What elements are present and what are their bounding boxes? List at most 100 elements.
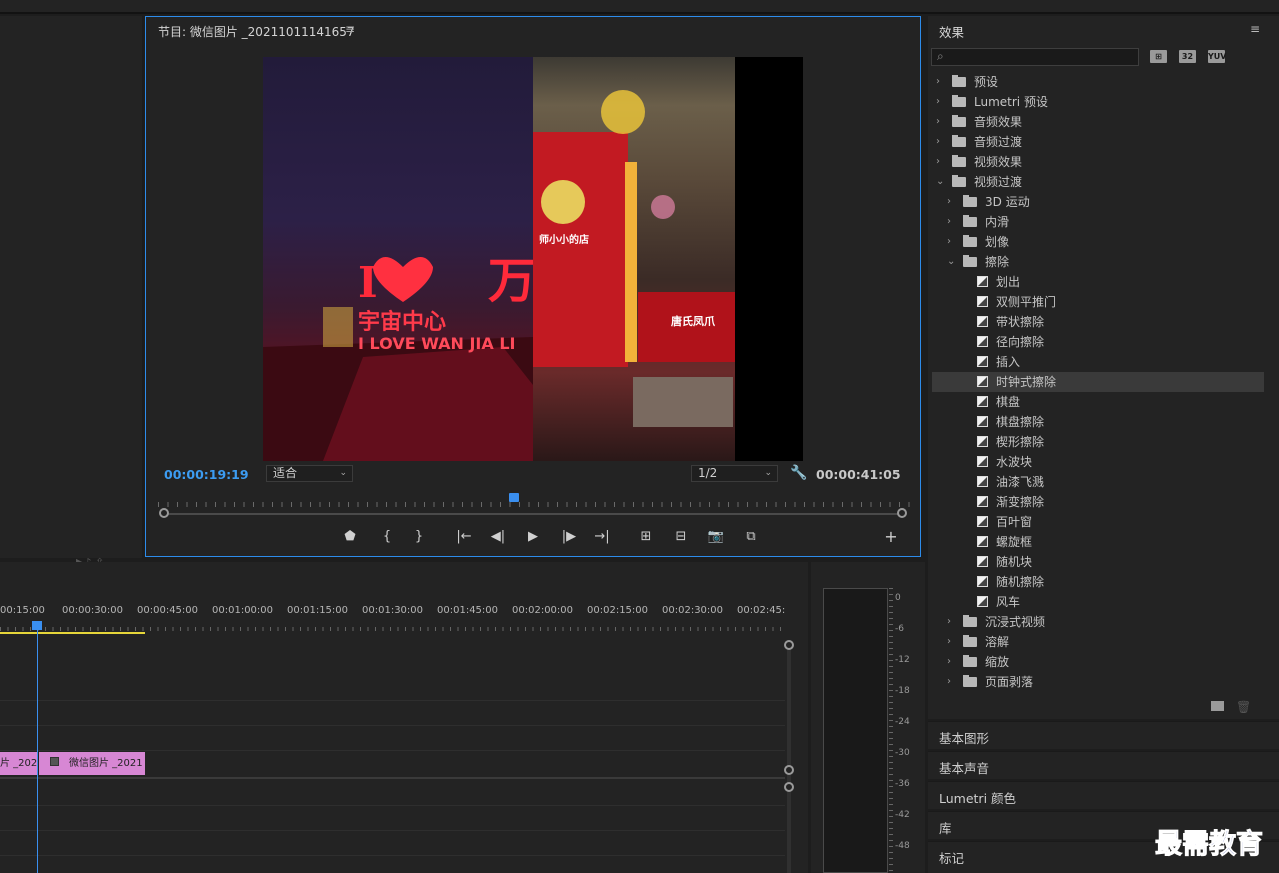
- timeline-vertical-scrollbar[interactable]: [787, 644, 791, 873]
- effects-tree-label: 音频效果: [974, 115, 1023, 129]
- folder-icon: [963, 235, 977, 247]
- effects-tree-item[interactable]: 楔形擦除: [932, 432, 1264, 452]
- add-button-icon[interactable]: +: [880, 527, 902, 546]
- effects-tree-item[interactable]: 渐变擦除: [932, 492, 1264, 512]
- play-icon[interactable]: ▶: [522, 529, 544, 544]
- scrollbar-right-handle[interactable]: [897, 508, 907, 518]
- effects-tree-item[interactable]: › 音频效果: [932, 112, 1264, 132]
- effects-tree-item[interactable]: › 音频过渡: [932, 132, 1264, 152]
- panel-essential-graphics[interactable]: 基本图形: [928, 721, 1279, 749]
- chevron-right-icon[interactable]: ›: [936, 112, 946, 132]
- ruler-label: 00:00:30:00: [62, 605, 124, 616]
- chevron-right-icon[interactable]: ›: [947, 212, 957, 232]
- chevron-right-icon[interactable]: ›: [936, 72, 946, 92]
- program-title[interactable]: 节目: 微信图片 _20211011141657: [158, 23, 355, 40]
- work-area-bar[interactable]: [0, 632, 145, 634]
- chevron-right-icon[interactable]: ›: [947, 192, 957, 212]
- effects-tree-item[interactable]: 棋盘擦除: [932, 412, 1264, 432]
- video-clip[interactable]: 片 _2021: [0, 752, 37, 775]
- comparison-view-icon[interactable]: ⧉: [740, 529, 762, 544]
- current-timecode[interactable]: 00:00:19:19: [164, 467, 249, 482]
- trash-icon[interactable]: 🗑: [1236, 700, 1251, 714]
- timeline-playhead[interactable]: [32, 621, 42, 630]
- chevron-right-icon[interactable]: ›: [936, 132, 946, 152]
- chevron-right-icon[interactable]: ›: [947, 612, 957, 632]
- effects-tree-item[interactable]: › 视频效果: [932, 152, 1264, 172]
- scroll-handle[interactable]: [784, 765, 794, 775]
- effects-tree-item[interactable]: 划出: [932, 272, 1264, 292]
- effects-tree-item[interactable]: 水波块: [932, 452, 1264, 472]
- step-forward-icon[interactable]: |▶: [558, 529, 580, 544]
- chevron-down-icon[interactable]: ⌄: [936, 172, 946, 192]
- effects-tree-item[interactable]: 插入: [932, 352, 1264, 372]
- effects-tree-item[interactable]: 百叶窗: [932, 512, 1264, 532]
- go-to-in-icon[interactable]: |←: [453, 529, 475, 544]
- effects-tree-item[interactable]: 棋盘: [932, 392, 1264, 412]
- ruler-label: 00:02:15:00: [587, 605, 649, 616]
- panel-lumetri-color[interactable]: Lumetri 颜色: [928, 781, 1279, 809]
- marker-icon[interactable]: ⬟: [339, 529, 361, 544]
- effects-tree-item[interactable]: › 预设: [932, 72, 1264, 92]
- timeline-panel[interactable]: 00:15:00 00:00:30:00 00:00:45:00 00:01:0…: [0, 562, 808, 873]
- effects-tree-item[interactable]: ⌄ 视频过渡: [932, 172, 1264, 192]
- effects-tree-item[interactable]: 径向擦除: [932, 332, 1264, 352]
- scroll-handle[interactable]: [784, 640, 794, 650]
- effects-tree[interactable]: › 预设 › Lumetri 预设 › 音频效果 › 音频过渡 › 视频效果 ⌄ 视频过渡 › 3D 运动…: [932, 72, 1264, 696]
- zoom-scrollbar[interactable]: [164, 513, 902, 515]
- effects-tree-item[interactable]: 随机块: [932, 552, 1264, 572]
- step-back-icon[interactable]: ◀|: [487, 529, 509, 544]
- effects-panel[interactable]: 效果 ≡ ⌕ ⊞ 32 YUV › 预设 › Lumetri 预设 › 音频效果 › 音频过渡…: [928, 16, 1279, 719]
- effects-tree-item[interactable]: › 3D 运动: [932, 192, 1264, 212]
- new-bin-icon[interactable]: [1211, 701, 1224, 711]
- effects-tree-label: 时钟式擦除: [996, 375, 1057, 389]
- effects-tree-item[interactable]: 螺旋框: [932, 532, 1264, 552]
- chevron-right-icon[interactable]: ›: [947, 632, 957, 652]
- chevron-right-icon[interactable]: ›: [947, 232, 957, 252]
- accelerated-effects-icon[interactable]: ⊞: [1150, 50, 1167, 63]
- export-frame-icon[interactable]: 📷: [705, 529, 727, 544]
- chevron-right-icon[interactable]: ›: [936, 92, 946, 112]
- overwrite-icon[interactable]: ⊟: [670, 529, 692, 544]
- effects-tree-item[interactable]: › 内滑: [932, 212, 1264, 232]
- 32-bit-color-button[interactable]: 32: [1179, 50, 1196, 63]
- chevron-right-icon[interactable]: ›: [947, 652, 957, 672]
- settings-wrench-icon[interactable]: 🔧: [790, 465, 807, 481]
- panel-essential-sound[interactable]: 基本声音: [928, 751, 1279, 779]
- effects-tree-item[interactable]: ⌄ 擦除: [932, 252, 1264, 272]
- effects-tree-item[interactable]: 双侧平推门: [932, 292, 1264, 312]
- monitor-playhead[interactable]: [509, 493, 519, 502]
- scrollbar-left-handle[interactable]: [159, 508, 169, 518]
- hamburger-menu-icon[interactable]: ≡: [1250, 22, 1260, 36]
- effects-tree-label: 音频过渡: [974, 135, 1023, 149]
- yuv-effects-button[interactable]: YUV: [1208, 50, 1226, 63]
- hamburger-menu-icon[interactable]: ≡: [345, 22, 355, 36]
- effects-tree-item[interactable]: 随机擦除: [932, 572, 1264, 592]
- effects-tree-label: 溶解: [985, 635, 1010, 649]
- mark-in-icon[interactable]: {: [376, 529, 398, 544]
- effects-tree-item[interactable]: 带状擦除: [932, 312, 1264, 332]
- go-to-out-icon[interactable]: →|: [591, 529, 613, 544]
- effects-tree-item[interactable]: › 溶解: [932, 632, 1264, 652]
- effects-tree-label: 棋盘: [996, 395, 1021, 409]
- monitor-time-ruler[interactable]: [158, 497, 910, 507]
- chevron-down-icon[interactable]: ⌄: [947, 252, 957, 272]
- effects-tree-item[interactable]: › 沉浸式视频: [932, 612, 1264, 632]
- effects-tree-item[interactable]: › 划像: [932, 232, 1264, 252]
- insert-icon[interactable]: ⊞: [635, 529, 657, 544]
- effects-tree-item[interactable]: › Lumetri 预设: [932, 92, 1264, 112]
- effects-tree-item[interactable]: › 缩放: [932, 652, 1264, 672]
- effects-tree-label: 沉浸式视频: [985, 615, 1046, 629]
- scroll-handle[interactable]: [784, 782, 794, 792]
- mark-out-icon[interactable]: }: [408, 529, 430, 544]
- zoom-level-dropdown[interactable]: 适合 ⌄: [266, 465, 353, 482]
- program-monitor[interactable]: 节目: 微信图片 _20211011141657 ≡ I 万 宇宙中心 I LO…: [145, 16, 921, 557]
- effects-search-input[interactable]: ⌕: [931, 48, 1139, 66]
- effects-tree-item[interactable]: 时钟式擦除: [932, 372, 1264, 392]
- chevron-right-icon[interactable]: ›: [947, 672, 957, 692]
- effects-title[interactable]: 效果: [939, 22, 964, 41]
- chevron-right-icon[interactable]: ›: [936, 152, 946, 172]
- effects-tree-item[interactable]: 油漆飞溅: [932, 472, 1264, 492]
- playback-resolution-dropdown[interactable]: 1/2 ⌄: [691, 465, 778, 482]
- effects-tree-item[interactable]: 风车: [932, 592, 1264, 612]
- effects-tree-item[interactable]: › 页面剥落: [932, 672, 1264, 692]
